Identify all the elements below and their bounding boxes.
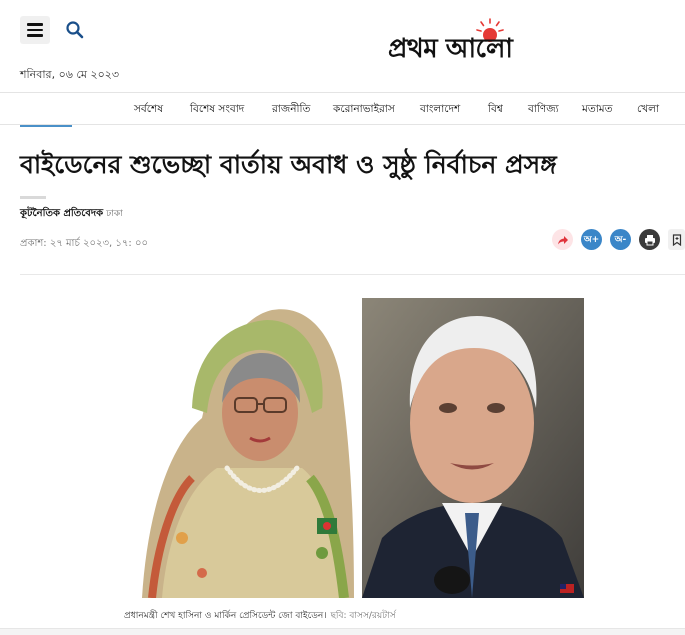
bookmark-icon [672, 233, 681, 246]
printer-icon [644, 234, 655, 245]
share-button[interactable] [552, 229, 573, 250]
nav-item-special-news[interactable]: বিশেষ সংবাদ [190, 102, 244, 119]
content-divider [20, 274, 685, 275]
bookmark-button[interactable] [668, 229, 685, 250]
section-accent-line [20, 125, 72, 127]
article-photo[interactable] [132, 298, 584, 598]
nav-item-sports[interactable]: খেলা [637, 102, 659, 119]
font-decrease-button[interactable]: অ- [610, 229, 631, 250]
photo-caption: প্রধানমন্ত্রী শেখ হাসিনা ও মার্কিন প্রেস… [124, 608, 396, 623]
font-increase-button[interactable]: অ+ [581, 229, 602, 250]
menu-button[interactable] [20, 16, 50, 44]
author-location: ঢাকা [106, 209, 123, 219]
nav-item-coronavirus[interactable]: করোনাভাইরাস [333, 102, 395, 119]
logo-text: প্রথম আলো [388, 34, 513, 64]
caption-text: প্রধানমন্ত্রী শেখ হাসিনা ও মার্কিন প্রেস… [124, 611, 327, 621]
photo-credit: ছবি: বাসস/রয়টার্স [330, 611, 396, 621]
main-nav: সর্বশেষ বিশেষ সংবাদ রাজনীতি করোনাভাইরাস … [0, 92, 685, 125]
nav-item-world[interactable]: বিশ্ব [488, 102, 503, 119]
nav-item-business[interactable]: বাণিজ্য [528, 102, 559, 119]
nav-item-politics[interactable]: রাজনীতি [272, 102, 310, 119]
current-date: শনিবার, ০৬ মে ২০২৩ [20, 68, 120, 81]
share-toolbar: অ+ অ- [552, 229, 685, 250]
author-divider [20, 196, 46, 199]
article-author[interactable]: কূটনৈতিক প্রতিবেদক ঢাকা [20, 206, 123, 223]
bottom-scroll-strip [0, 628, 685, 635]
print-button[interactable] [639, 229, 660, 250]
nav-item-opinion[interactable]: মতামত [582, 102, 612, 119]
menu-icon-line [27, 28, 43, 32]
site-logo[interactable]: প্রথম আলো [388, 18, 588, 66]
published-time: প্রকাশ: ২৭ মার্চ ২০২৩, ১৭: ০০ [20, 238, 148, 249]
menu-icon-line [27, 23, 43, 26]
menu-icon-line [27, 34, 43, 37]
nav-item-bangladesh[interactable]: বাংলাদেশ [420, 102, 460, 119]
author-name[interactable]: কূটনৈতিক প্রতিবেদক [20, 208, 103, 219]
search-icon[interactable] [64, 19, 86, 41]
article-headline: বাইডেনের শুভেচ্ছা বার্তায় অবাধ ও সুষ্ঠু… [20, 150, 557, 179]
share-arrow-icon [557, 235, 568, 244]
site-header: শনিবার, ০৬ মে ২০২৩ প্রথম আলো [0, 0, 685, 92]
nav-item-latest[interactable]: সর্বশেষ [134, 102, 163, 119]
